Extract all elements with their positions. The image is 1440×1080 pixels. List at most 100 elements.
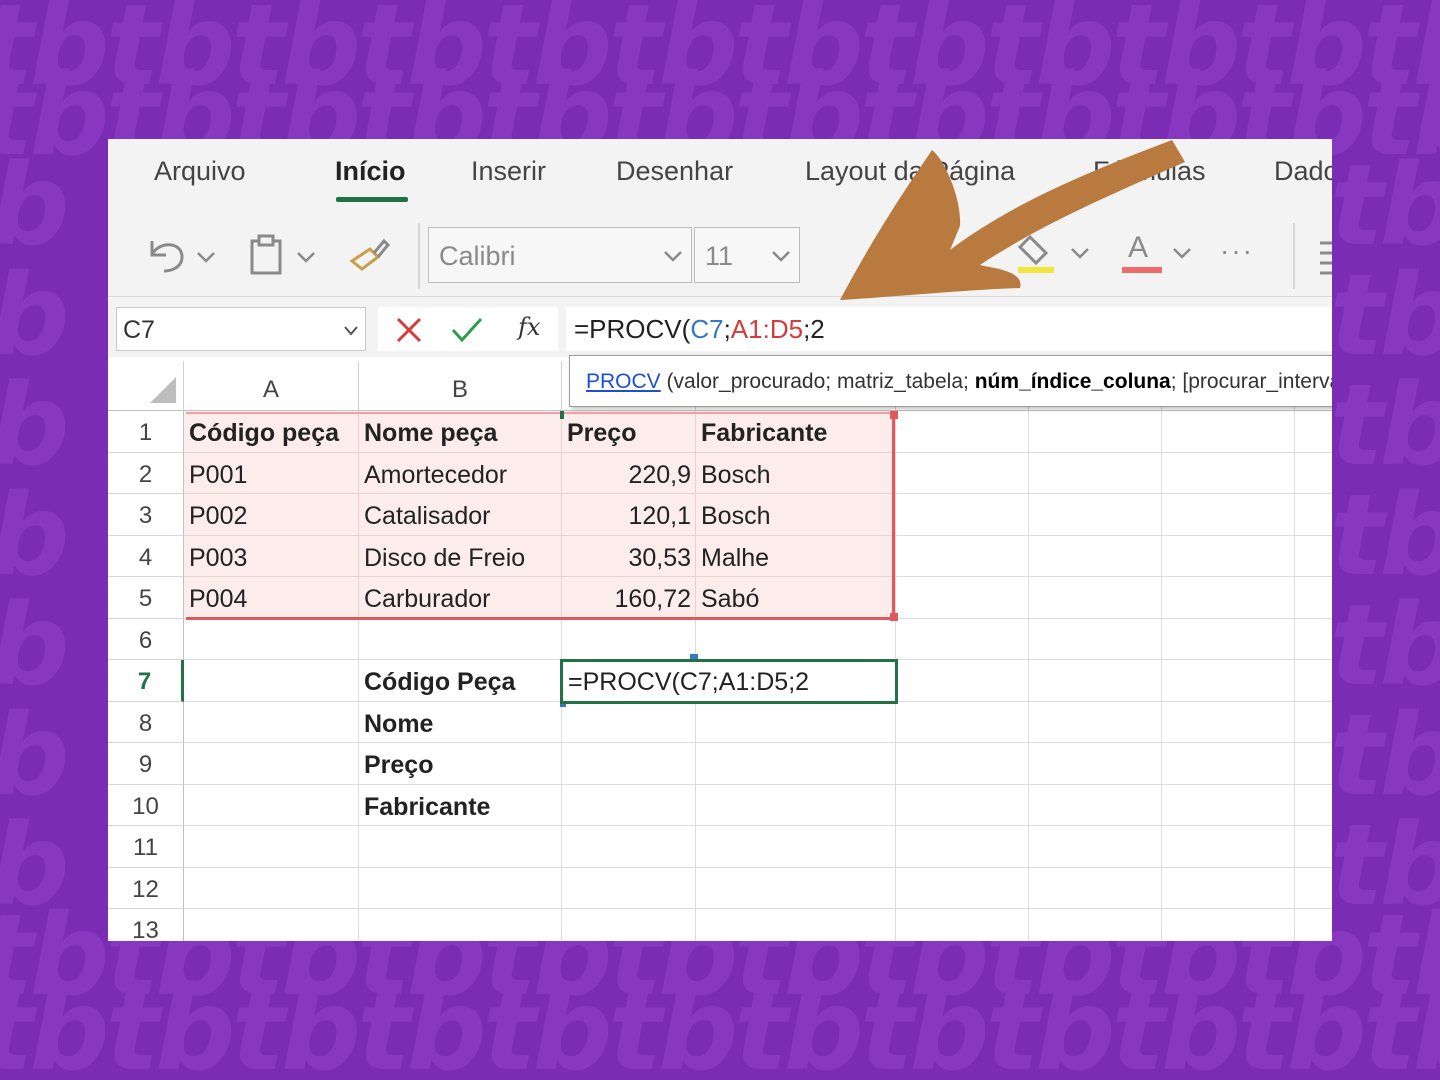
row-header[interactable]: 6 <box>108 618 184 660</box>
empty-cell[interactable] <box>1029 452 1162 494</box>
empty-cell[interactable] <box>184 743 359 785</box>
table-header-cell[interactable]: Preço <box>562 411 696 453</box>
empty-cell[interactable] <box>1162 867 1295 909</box>
empty-cell[interactable] <box>696 701 896 743</box>
empty-cell[interactable] <box>1295 411 1332 453</box>
range-handle[interactable] <box>890 411 898 419</box>
font-color-button[interactable]: A <box>1118 231 1208 277</box>
empty-cell[interactable] <box>359 826 562 868</box>
empty-cell[interactable] <box>896 452 1029 494</box>
row-header[interactable]: 4 <box>108 535 184 577</box>
select-all-corner[interactable] <box>108 361 184 411</box>
empty-cell[interactable] <box>184 701 359 743</box>
empty-cell[interactable] <box>696 867 896 909</box>
empty-cell[interactable] <box>896 494 1029 536</box>
tab-desenhar[interactable]: Desenhar <box>616 156 733 187</box>
empty-cell[interactable] <box>696 618 896 660</box>
align-icon[interactable] <box>1318 239 1332 275</box>
table-header-cell[interactable]: Fabricante <box>696 411 896 453</box>
row-header[interactable]: 13 <box>108 909 184 941</box>
table-cell[interactable]: 160,72 <box>562 577 696 619</box>
empty-cell[interactable] <box>1162 577 1295 619</box>
table-cell[interactable]: Amortecedor <box>359 452 562 494</box>
table-cell[interactable]: P002 <box>184 494 359 536</box>
empty-cell[interactable] <box>1029 701 1162 743</box>
empty-cell[interactable] <box>1295 868 1332 909</box>
empty-cell[interactable] <box>562 909 696 941</box>
enter-check-icon[interactable] <box>450 315 484 345</box>
empty-cell[interactable] <box>896 784 1029 826</box>
function-help-link[interactable]: PROCV <box>586 370 661 393</box>
tab-formulas[interactable]: Fórmulas <box>1093 156 1206 187</box>
empty-cell[interactable] <box>696 743 896 785</box>
spreadsheet-grid[interactable]: A B 1 2 3 4 5 6 7 8 9 10 11 12 13 Código… <box>108 361 1332 941</box>
empty-cell[interactable] <box>1162 494 1295 536</box>
empty-cell[interactable] <box>1029 784 1162 826</box>
label-preco[interactable]: Preço <box>359 743 562 785</box>
empty-cell[interactable] <box>1162 784 1295 826</box>
empty-cell[interactable] <box>184 867 359 909</box>
row-header[interactable]: 8 <box>108 701 184 743</box>
empty-cell[interactable] <box>184 784 359 826</box>
row-header-active[interactable]: 7 <box>108 660 184 702</box>
empty-cell[interactable] <box>1162 909 1295 941</box>
empty-cell[interactable] <box>896 411 1029 453</box>
empty-cell[interactable] <box>562 826 696 868</box>
empty-cell[interactable] <box>1029 660 1162 702</box>
active-cell-c7[interactable]: =PROCV(C7;A1:D5;2 <box>560 659 898 704</box>
table-cell[interactable]: Disco de Freio <box>359 535 562 577</box>
font-name-dropdown[interactable]: Calibri <box>428 227 692 283</box>
tab-inserir[interactable]: Inserir <box>471 156 546 187</box>
column-header-a[interactable]: A <box>184 361 359 411</box>
table-cell[interactable]: Catalisador <box>359 494 562 536</box>
empty-cell[interactable] <box>562 618 696 660</box>
label-codigo-peca[interactable]: Código Peça <box>359 660 562 702</box>
empty-cell[interactable] <box>1295 826 1332 868</box>
empty-cell[interactable] <box>1295 909 1332 941</box>
table-cell[interactable]: Bosch <box>696 494 896 536</box>
row-header[interactable]: 3 <box>108 494 184 536</box>
empty-cell[interactable] <box>896 660 1029 702</box>
paste-icon[interactable] <box>248 233 328 277</box>
fill-color-icon[interactable] <box>1008 231 1098 277</box>
empty-cell[interactable] <box>1029 618 1162 660</box>
row-header[interactable]: 10 <box>108 784 184 826</box>
empty-cell[interactable] <box>1029 909 1162 941</box>
label-fabricante[interactable]: Fabricante <box>359 785 562 827</box>
empty-cell[interactable] <box>562 784 696 826</box>
table-cell[interactable]: P004 <box>184 577 359 619</box>
empty-cell[interactable] <box>1162 618 1295 660</box>
empty-cell[interactable] <box>896 701 1029 743</box>
row-header[interactable]: 12 <box>108 867 184 909</box>
empty-cell[interactable] <box>1162 452 1295 494</box>
empty-cell[interactable] <box>696 784 896 826</box>
formula-input[interactable]: =PROCV(C7;A1:D5;2 <box>566 307 1332 351</box>
empty-cell[interactable] <box>696 909 896 941</box>
empty-cell[interactable] <box>1295 660 1332 702</box>
range-handle[interactable] <box>890 613 898 621</box>
more-options-icon[interactable]: ··· <box>1220 235 1254 267</box>
empty-cell[interactable] <box>1162 826 1295 868</box>
empty-cell[interactable] <box>896 826 1029 868</box>
column-header-b[interactable]: B <box>359 361 562 411</box>
empty-cell[interactable] <box>1162 701 1295 743</box>
empty-cell[interactable] <box>1029 743 1162 785</box>
empty-cell[interactable] <box>896 909 1029 941</box>
table-cell[interactable]: 120,1 <box>562 494 696 536</box>
empty-cell[interactable] <box>1295 785 1332 826</box>
empty-cell[interactable] <box>184 618 359 660</box>
empty-cell[interactable] <box>1029 867 1162 909</box>
empty-cell[interactable] <box>1295 743 1332 785</box>
empty-cell[interactable] <box>359 867 562 909</box>
empty-cell[interactable] <box>562 743 696 785</box>
empty-cell[interactable] <box>896 867 1029 909</box>
format-painter-icon[interactable] <box>348 235 392 275</box>
empty-cell[interactable] <box>1029 535 1162 577</box>
tab-arquivo[interactable]: Arquivo <box>154 156 246 187</box>
table-cell[interactable]: P003 <box>184 535 359 577</box>
empty-cell[interactable] <box>1295 702 1332 743</box>
empty-cell[interactable] <box>184 909 359 941</box>
name-box[interactable]: C7 <box>116 307 366 351</box>
empty-cell[interactable] <box>1295 494 1332 536</box>
empty-cell[interactable] <box>562 701 696 743</box>
